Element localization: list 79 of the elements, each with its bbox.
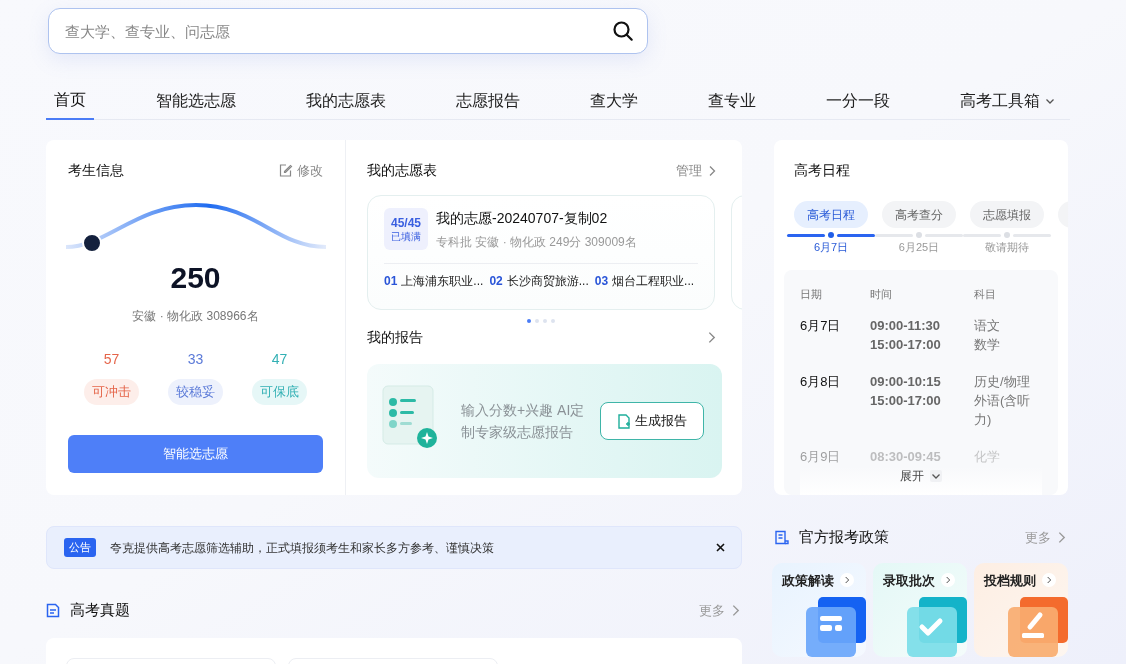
table-cell-text: 语文 xyxy=(973,317,1001,335)
caret-icon xyxy=(930,470,942,482)
pen-icon xyxy=(1008,596,1068,657)
section-title: 高考真题 xyxy=(70,600,130,620)
timeline-date: 6月7日 xyxy=(813,240,849,255)
close-icon xyxy=(716,543,725,552)
nav-tab[interactable]: 查专业 xyxy=(700,82,764,120)
nav-tab[interactable]: 志愿报告 xyxy=(448,82,528,120)
table-cell-text: 6月9日 xyxy=(800,448,842,466)
new-document-icon xyxy=(617,413,631,429)
timeline-date: 敬请期待 xyxy=(985,240,1029,255)
notice-text: 夸克提供高考志愿筛选辅助，正式填报须考生和家长多方参考、谨慎决策 xyxy=(110,539,495,557)
expand-button[interactable]: 展开 xyxy=(900,467,942,485)
manage-link[interactable]: 管理 xyxy=(676,160,718,181)
search-icon[interactable] xyxy=(612,20,634,42)
nav-tab[interactable]: 高考工具箱 xyxy=(952,82,1064,120)
column-header: 日期 xyxy=(800,286,823,302)
stat-count: 47 xyxy=(271,350,288,369)
table-cell-text: 历史/物理 xyxy=(973,373,1031,391)
score-detail: 安徽 · 物化政 308966名 xyxy=(131,308,260,325)
tile-label: 投档规则 xyxy=(984,571,1036,590)
section-title: 官方报考政策 xyxy=(799,527,889,547)
notice-badge: 公告 xyxy=(64,538,96,557)
smart-pick-button[interactable]: 智能选志愿 xyxy=(68,434,323,473)
schedule-tab[interactable]: 高考日程 xyxy=(794,201,868,228)
tile-label: 录取批次 xyxy=(883,571,935,590)
table-cell-text: 数学 xyxy=(973,336,1001,354)
stat-tag: 可冲击 xyxy=(84,379,139,405)
schedule-tab[interactable]: 高考查分 xyxy=(882,201,956,228)
table-cell-text: 09:00-10:15 xyxy=(869,373,942,391)
school-pick[interactable]: 02 长沙商贸旅游... xyxy=(489,272,589,290)
close-button[interactable] xyxy=(716,543,725,552)
table-cell-text: 08:30-09:45 xyxy=(869,448,942,466)
table-cell-text: 6月7日 xyxy=(800,317,842,335)
stat-count: 57 xyxy=(103,350,120,369)
chevron-right-icon xyxy=(1042,573,1056,588)
wishlist-card[interactable]: 45/45 已填满 我的志愿-20240707-复制02 专科批 安徽 · 物化政 249分 309009名 01 上海浦东职业... 02 长沙商贸旅游... 03 烟台工程职业... xyxy=(367,195,715,310)
score-value: 250 xyxy=(169,263,222,293)
card-title: 我的志愿表 xyxy=(367,161,437,180)
policy-tile[interactable]: 投档规则 xyxy=(974,562,1068,657)
card-title: 我的报告 xyxy=(367,328,423,347)
nav-tab[interactable]: 查大学 xyxy=(582,82,646,120)
nav-tab[interactable]: 首页 xyxy=(46,82,94,120)
school-pick[interactable]: 03 烟台工程职业... xyxy=(594,272,695,290)
column-header: 时间 xyxy=(869,286,893,302)
search-field[interactable]: 查大学、查专业、问志愿 xyxy=(48,8,648,54)
table-cell-text: 15:00-17:00 xyxy=(869,392,942,410)
school-pick[interactable]: 01 上海浦东职业... xyxy=(384,272,484,290)
report-description: 输入分数+兴趣 AI定制专家级志愿报告 xyxy=(461,401,586,442)
table-cell-text: 外语(含听力) xyxy=(973,392,1032,429)
wishlist-name: 我的志愿-20240707-复制02 xyxy=(436,209,609,228)
list-document-icon xyxy=(774,529,789,545)
document-icon xyxy=(46,602,60,618)
fill-count-badge: 45/45 已填满 xyxy=(384,208,428,250)
table-cell-text: 09:00-11:30 xyxy=(869,317,942,335)
layout-icon xyxy=(806,596,866,657)
column-header: 科目 xyxy=(973,286,997,302)
chevron-right-icon xyxy=(840,573,854,588)
wishlist-detail: 专科批 安徽 · 物化政 249分 309009名 xyxy=(436,234,637,251)
stat-tag: 可保底 xyxy=(252,379,307,405)
checkmark-icon xyxy=(907,596,967,657)
stat-tag: 较稳妥 xyxy=(168,379,223,405)
card-title: 考生信息 xyxy=(68,161,124,180)
nav-tab[interactable]: 智能选志愿 xyxy=(148,82,244,120)
nav-tab[interactable]: 一分一段 xyxy=(818,82,898,120)
table-cell-text: 15:00-17:00 xyxy=(869,336,942,354)
timeline-date: 6月25日 xyxy=(898,240,940,255)
stat-count: 33 xyxy=(187,350,204,369)
edit-button[interactable]: 修改 xyxy=(278,160,323,181)
policy-tile[interactable]: 录取批次 xyxy=(873,562,967,657)
edit-icon xyxy=(278,163,293,178)
generate-report-button[interactable]: 生成报告 xyxy=(600,402,704,440)
tile-label: 政策解读 xyxy=(782,571,834,590)
schedule-tab[interactable]: 志愿填报 xyxy=(970,201,1044,228)
nav-tab[interactable]: 我的志愿表 xyxy=(298,82,394,120)
card-title: 高考日程 xyxy=(793,161,851,180)
chevron-right-icon xyxy=(941,573,955,588)
policy-tile[interactable]: 政策解读 xyxy=(772,562,866,657)
table-cell-text: 6月8日 xyxy=(800,373,842,391)
